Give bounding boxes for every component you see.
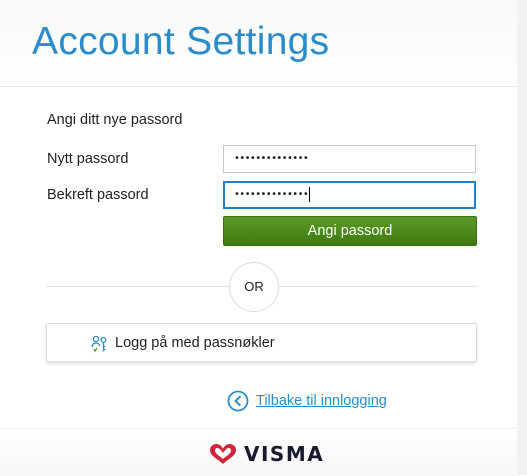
passkey-login-button[interactable]: Logg på med passnøkler [46, 323, 477, 362]
chevron-left-circle-icon [227, 390, 249, 412]
header: Account Settings [0, 0, 517, 87]
confirm-password-label: Bekreft passord [47, 187, 149, 203]
footer: VISMA [0, 428, 517, 476]
divider-left [46, 286, 229, 287]
page-background-edge [517, 0, 527, 475]
text-caret [309, 186, 311, 202]
passkey-icon [91, 335, 107, 353]
set-password-button[interactable]: Angi passord [223, 216, 477, 246]
back-to-login-label: Tilbake til innlogging [256, 393, 387, 409]
form-instruction: Angi ditt nye passord [47, 112, 183, 128]
account-settings-card: Account Settings Angi ditt nye passord N… [0, 0, 517, 476]
visma-logo-mark-icon [210, 444, 236, 464]
visma-wordmark: VISMA [244, 442, 325, 466]
confirm-password-value: •••••••••••••• [234, 189, 309, 200]
confirm-password-field[interactable]: •••••••••••••• [223, 181, 476, 209]
new-password-label: Nytt passord [47, 151, 129, 167]
visma-logo: VISMA [208, 441, 324, 467]
new-password-value: •••••••••••••• [234, 153, 309, 164]
new-password-field[interactable]: •••••••••••••• [223, 145, 476, 173]
passkey-login-label: Logg på med passnøkler [115, 335, 275, 351]
back-to-login-link[interactable]: Tilbake til innlogging [227, 389, 387, 413]
page-title: Account Settings [32, 20, 330, 63]
divider-right [279, 286, 477, 287]
or-separator: OR [229, 262, 279, 312]
